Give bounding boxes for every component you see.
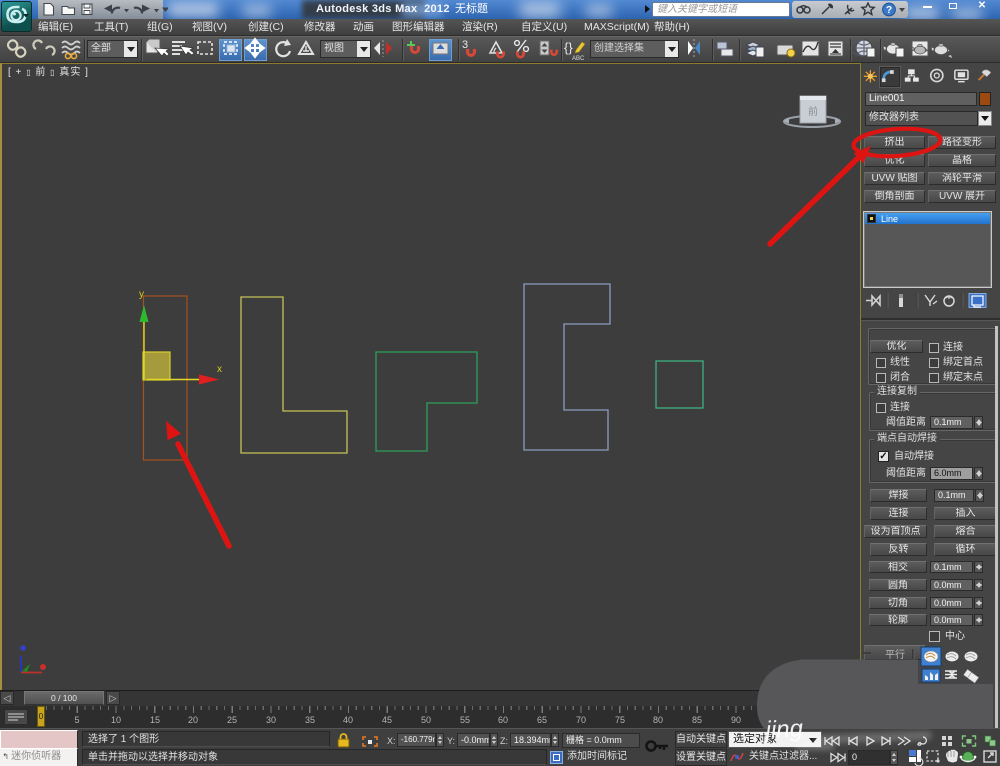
- svg-text:{}: {}: [564, 40, 573, 55]
- svg-text:ABC: ABC: [572, 56, 585, 62]
- svg-text:x: x: [217, 364, 222, 375]
- svg-text:前: 前: [808, 105, 818, 118]
- svg-text:?: ?: [886, 5, 892, 16]
- svg-text:y: y: [139, 289, 144, 300]
